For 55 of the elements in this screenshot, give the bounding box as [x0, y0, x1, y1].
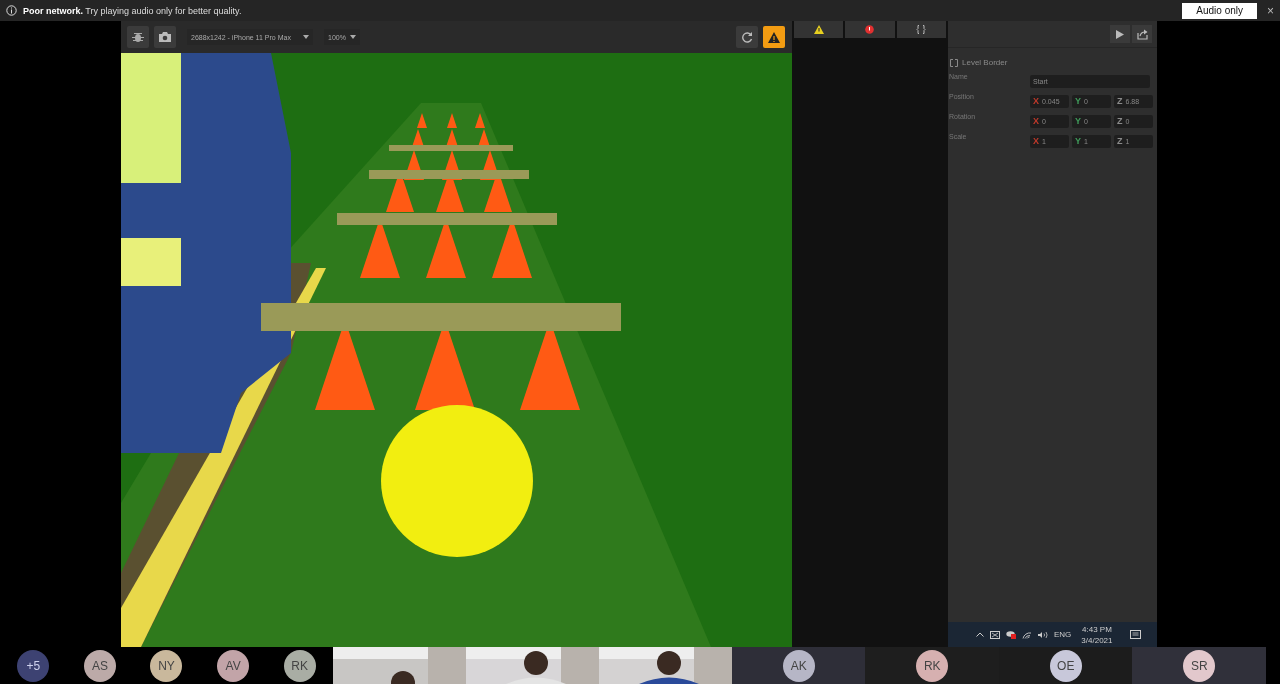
network-icon — [990, 630, 1000, 639]
audio-only-button[interactable]: Audio only — [1182, 2, 1257, 19]
axis-label: Z — [1117, 136, 1123, 146]
participant-avatar[interactable]: NY — [150, 650, 183, 682]
error-icon — [865, 25, 875, 34]
participant-avatar[interactable]: AK — [782, 650, 815, 682]
warning-icon — [768, 31, 780, 43]
close-button[interactable]: × — [1267, 3, 1274, 18]
axis-label: X — [1033, 96, 1039, 106]
share-button[interactable] — [1132, 25, 1152, 43]
brackets-icon — [950, 58, 958, 67]
warning-icon — [813, 25, 824, 34]
speaker-icon — [1038, 630, 1048, 639]
participant-avatar[interactable]: OE — [1049, 650, 1082, 682]
participant-tile[interactable]: RK — [865, 647, 999, 684]
refresh-button[interactable] — [736, 26, 758, 48]
chevron-up-icon — [976, 632, 984, 637]
bug-icon — [132, 31, 144, 43]
participant-avatar[interactable]: AS — [83, 650, 116, 682]
braces-icon — [916, 25, 927, 34]
language-indicator[interactable]: ENG — [1054, 630, 1072, 639]
participant-avatar[interactable]: +5 — [17, 650, 50, 682]
info-icon — [6, 5, 17, 16]
caret-icon — [303, 35, 309, 39]
warning-button[interactable] — [763, 26, 785, 48]
console-tab[interactable] — [794, 21, 844, 38]
participant-avatar[interactable]: SR — [1183, 650, 1216, 682]
axis-label: Z — [1117, 96, 1123, 106]
refresh-icon — [741, 31, 753, 43]
bug-button[interactable] — [127, 26, 149, 48]
object-title: Level Border — [962, 58, 1008, 67]
axis-label: Y — [1075, 96, 1081, 106]
camera-icon — [159, 32, 171, 42]
wifi-icon — [1022, 630, 1032, 639]
clock-date[interactable]: 3/4/2021 — [1081, 634, 1113, 646]
camera-button[interactable] — [154, 26, 176, 48]
axis-label: Y — [1075, 136, 1081, 146]
axis-label: X — [1033, 116, 1039, 126]
axis-label: Z — [1117, 116, 1123, 126]
participant-tile[interactable]: AK — [731, 647, 866, 684]
share-icon — [1136, 28, 1148, 40]
notification-icon[interactable] — [1130, 629, 1142, 640]
participant-tile[interactable]: SR — [1132, 647, 1266, 684]
clock-time[interactable]: 4:43 PM — [1082, 623, 1112, 635]
participant-avatar[interactable]: RK — [916, 650, 949, 682]
notification-text: Poor network. Try playing audio only for better quality. — [23, 5, 243, 16]
participant-tile[interactable]: OE — [998, 647, 1133, 684]
axis-label: X — [1033, 136, 1039, 146]
participant-avatar[interactable]: RK — [283, 650, 316, 682]
cloud-icon — [1006, 630, 1016, 639]
participant-avatar[interactable]: AV — [217, 650, 250, 682]
caret-icon — [349, 35, 356, 39]
play-button[interactable] — [1110, 25, 1130, 43]
play-icon — [1116, 29, 1124, 39]
axis-label: Y — [1075, 116, 1081, 126]
